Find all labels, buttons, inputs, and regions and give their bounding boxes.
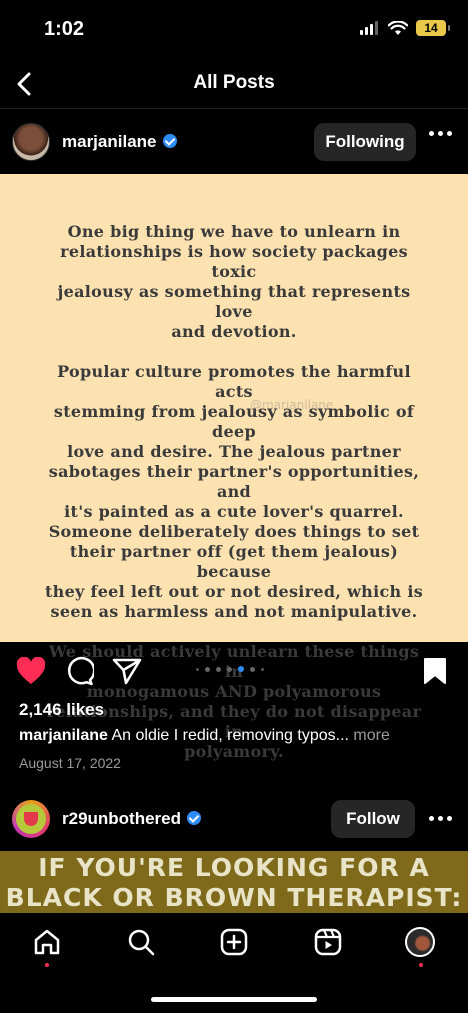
paper-plane-icon [112,658,142,685]
caption-username[interactable]: marjanilane [19,727,108,744]
next-post-banner-text: IF YOU'RE LOOKING FOR A BLACK OR BROWN T… [5,853,463,912]
status-bar: 1:02 14 [0,0,468,60]
caption-more-link[interactable]: more [353,727,389,744]
verified-badge-icon [162,134,177,148]
create-icon [220,928,248,956]
search-icon [128,929,155,956]
watermark: @marjanilane [250,398,334,412]
likes-count[interactable]: 2,146 likes [19,700,104,720]
carousel-dot [261,667,264,671]
wifi-icon [388,20,408,35]
nav-create[interactable] [219,927,249,957]
more-options-icon[interactable] [429,131,452,136]
caption-text: An oldie I redid, removing typos... [111,727,349,744]
avatar[interactable] [12,800,50,838]
carousel-dot [250,666,255,672]
post-paragraph: One big thing we have to unlearn in rela… [57,222,411,341]
carousel-dot-active [238,666,244,672]
carousel-dot [227,666,232,672]
carousel-dot [216,666,221,672]
post-header: marjanilane Following [0,115,468,169]
home-indicator[interactable] [151,997,317,1002]
username-label[interactable]: marjanilane [62,132,157,151]
carousel-dot [205,666,210,672]
battery-indicator: 14 [416,20,450,36]
reels-icon [314,928,342,956]
like-button[interactable] [16,656,46,686]
notification-dot [45,963,49,967]
share-button[interactable] [112,656,142,686]
post-paragraph: Popular culture promotes the harmful act… [44,362,424,621]
follow-button[interactable]: Follow [331,800,415,838]
avatar[interactable] [12,123,50,161]
post-date: August 17, 2022 [19,755,121,771]
bookmark-icon [424,658,446,684]
top-header: All Posts [0,60,468,108]
save-button[interactable] [420,656,450,686]
status-time: 1:02 [44,18,85,40]
post-username[interactable]: marjanilane [62,132,177,152]
heart-icon [16,657,46,684]
home-icon [34,929,60,955]
next-post-username[interactable]: r29unbothered [62,809,202,829]
nav-home[interactable] [32,927,62,957]
page-title: All Posts [193,72,275,93]
post-image[interactable]: One big thing we have to unlearn in rela… [0,174,468,761]
comment-button[interactable] [64,656,94,686]
nav-profile[interactable] [405,927,435,957]
notification-dot [419,963,423,967]
post-actions [0,650,468,694]
following-button[interactable]: Following [314,123,416,161]
carousel-indicator [196,666,264,672]
carousel-dot [196,667,199,671]
verified-badge-icon [187,811,202,825]
nav-search[interactable] [126,927,156,957]
comment-bubble-icon [67,656,94,686]
post-image-text: One big thing we have to unlearn in rela… [38,222,430,782]
bottom-nav [0,913,468,1013]
more-options-icon[interactable] [429,816,452,821]
post-caption: marjanilane An oldie I redid, removing t… [19,727,390,745]
header-divider [0,108,468,109]
next-post-header: r29unbothered Follow [0,796,468,846]
signal-icon [360,21,378,35]
status-icons: 14 [360,20,450,36]
next-post-image[interactable]: IF YOU'RE LOOKING FOR A BLACK OR BROWN T… [0,851,468,913]
username-label[interactable]: r29unbothered [62,809,181,828]
profile-icon [405,927,435,957]
nav-reels[interactable] [313,927,343,957]
